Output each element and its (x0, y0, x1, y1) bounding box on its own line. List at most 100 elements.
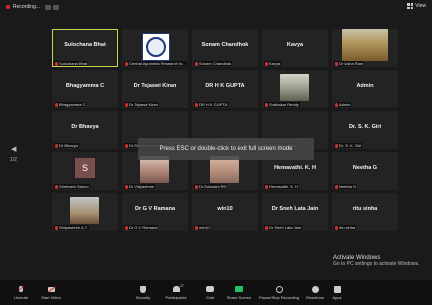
participant-tile[interactable]: Dr Bhavya Dr Bhavya (52, 111, 118, 149)
participant-display-name: DR H K GUPTA (205, 83, 245, 89)
muted-mic-icon (265, 61, 268, 66)
participant-name-label: Central Ayurveda Research In... (124, 61, 187, 66)
participant-name-label: Shilpashree A.T. (54, 225, 89, 230)
participant-tile[interactable]: Sonam Chandhok Sonam Chandhok (192, 29, 258, 67)
muted-mic-icon (335, 225, 338, 230)
participant-display-name: Dr. S. K. Giri (348, 124, 382, 130)
view-button[interactable]: View (407, 3, 426, 9)
participants-count: 27 (180, 284, 184, 288)
fullscreen-exit-hint: Press ESC or double-click to exit full s… (138, 138, 314, 160)
view-label: View (415, 3, 426, 9)
participant-name-label: Dr.Suhasini RD (194, 184, 228, 189)
apps-button[interactable]: Apps (317, 280, 357, 305)
muted-mic-icon (265, 102, 268, 107)
participant-display-name: Bhagyamma C (65, 83, 105, 89)
participant-name-label: Sonam Chandhok (194, 61, 233, 66)
page-indicator: 1/2 (10, 157, 17, 163)
muted-mic-icon (55, 143, 58, 148)
participant-name-label: ritu sinha (334, 225, 357, 230)
muted-mic-icon (195, 61, 198, 66)
previous-page-icon[interactable]: ◀ (11, 145, 16, 153)
muted-mic-icon (125, 225, 128, 230)
participant-display-name: Kavya (286, 42, 304, 48)
participant-name-label: Bhagyamma C (54, 102, 87, 107)
muted-mic-icon (125, 61, 128, 66)
muted-mic-icon (195, 102, 198, 107)
participant-display-name: ritu sinha (352, 206, 378, 212)
organization-logo (142, 33, 170, 61)
muted-mic-icon (265, 225, 268, 230)
participant-name-label: Dr Bhavya (54, 143, 79, 148)
participant-name-label: Dr Tejaswi Kiran (124, 102, 159, 107)
participant-tile[interactable]: Dr Usha Rani (332, 29, 398, 67)
participant-name-label: Sulochana Bhat (54, 61, 89, 66)
share-screen-icon (235, 286, 243, 292)
muted-mic-icon (125, 102, 128, 107)
recording-dot-icon (6, 5, 10, 9)
participant-photo (280, 74, 309, 101)
participant-name-label: Srimbach Sahoo (54, 184, 90, 189)
muted-mic-icon (55, 225, 58, 230)
microphone-muted-icon (19, 286, 23, 292)
participant-display-name: Neetha G (352, 165, 378, 171)
participants-icon (172, 286, 180, 292)
participant-display-name: Sonam Chandhok (201, 42, 249, 48)
share-screen-button[interactable]: Share Screen (219, 280, 259, 305)
avatar: S (75, 158, 95, 178)
participant-photo (140, 156, 169, 183)
muted-mic-icon (55, 184, 58, 189)
participant-name-label: DR H K GUPTA (194, 102, 229, 107)
participant-name-label: Kavya (264, 61, 282, 66)
participant-display-name: Dr Sneh Lata Jain (271, 206, 319, 212)
muted-mic-icon (125, 184, 128, 189)
participant-tile[interactable]: Shilpashree A.T. (52, 193, 118, 231)
chat-icon (206, 286, 214, 292)
muted-mic-icon (335, 143, 338, 148)
video-off-icon (47, 286, 55, 292)
start-video-button[interactable]: Start Video (31, 280, 71, 305)
participant-display-name: Admin (356, 83, 374, 89)
activate-windows-watermark: Activate Windows Go to PC settings to ac… (333, 255, 420, 267)
participant-tile[interactable]: DR H K GUPTA DR H K GUPTA (192, 70, 258, 108)
participant-photo (210, 156, 239, 183)
participant-name-label: Hemavathi. K. H (264, 184, 300, 189)
participant-name-label: Dr Usha Rani (334, 61, 365, 66)
participant-name-label: Sudhakar Reddy (264, 102, 300, 107)
participant-display-name: Dr Tejaswi Kiran (133, 83, 177, 89)
participant-display-name: Hemavathi. K. H (274, 165, 316, 171)
grid-view-icon (407, 3, 414, 9)
participant-tile[interactable]: Dr G V Ramana Dr G V Ramana (122, 193, 188, 231)
pause-icon[interactable] (44, 4, 51, 10)
participant-tile[interactable]: ritu sinha ritu sinha (332, 193, 398, 231)
recording-icon (275, 285, 283, 293)
participant-photo (70, 197, 99, 224)
recording-indicator[interactable]: Recording... (6, 4, 59, 10)
participant-tile[interactable]: Sudhakar Reddy (262, 70, 328, 108)
muted-mic-icon (125, 143, 128, 148)
muted-mic-icon (335, 102, 338, 107)
participant-name-label: Neetha G (334, 184, 358, 189)
participant-tile[interactable]: win10 win10 (192, 193, 258, 231)
participant-display-name: win10 (217, 206, 233, 212)
participant-tile[interactable]: Dr Sneh Lata Jain Dr Sneh Lata Jain (262, 193, 328, 231)
participant-name-label: Dr Vidyashree (124, 184, 156, 189)
participant-tile[interactable]: Neetha G Neetha G (332, 152, 398, 190)
participant-tile[interactable]: Bhagyamma C Bhagyamma C (52, 70, 118, 108)
muted-mic-icon (55, 61, 58, 66)
muted-mic-icon (335, 61, 338, 66)
participant-tile[interactable]: Admin Admin (332, 70, 398, 108)
participant-tile[interactable]: Dr Tejaswi Kiran Dr Tejaswi Kiran (122, 70, 188, 108)
participant-tile[interactable]: Kavya Kavya (262, 29, 328, 67)
participant-name-label: Dr G V Ramana (124, 225, 159, 230)
shield-icon (140, 285, 146, 293)
apps-icon (333, 285, 341, 293)
participant-tile[interactable]: S Srimbach Sahoo (52, 152, 118, 190)
participant-video (342, 29, 388, 61)
stop-icon[interactable] (52, 4, 59, 10)
participant-tile[interactable]: Dr. S. K. Giri Dr. S. K. Giri (332, 111, 398, 149)
participant-tile[interactable]: Central Ayurveda Research In... (122, 29, 188, 67)
participant-tile[interactable]: Sulochana Bhat Sulochana Bhat (52, 29, 118, 67)
recording-label: Recording... (13, 4, 40, 10)
participant-name-label: Admin (334, 102, 352, 107)
muted-mic-icon (55, 102, 58, 107)
